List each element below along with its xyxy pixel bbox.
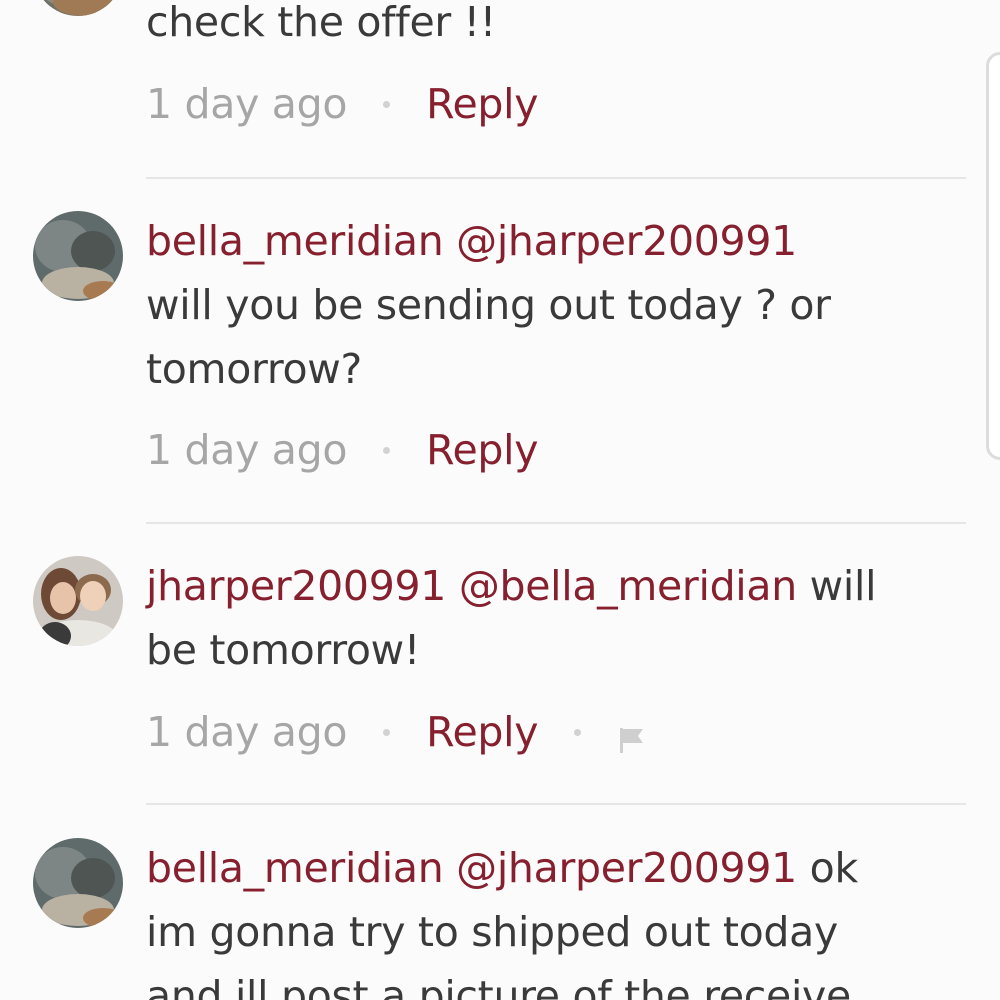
avatar[interactable] [33, 211, 123, 301]
flag-icon[interactable] [617, 717, 647, 753]
avatar[interactable] [33, 556, 123, 646]
separator-dot [383, 100, 391, 108]
divider [146, 177, 966, 179]
comment-text: jharper200991 @bella_meridian will be to… [146, 554, 946, 682]
avatar[interactable] [33, 838, 123, 928]
comment-body: check the offer !! [146, 0, 496, 46]
comment-meta: 1 day ago Reply [146, 74, 538, 134]
comment-username[interactable]: bella_meridian [146, 844, 444, 892]
reply-button[interactable]: Reply [426, 708, 538, 756]
reply-button[interactable]: Reply [426, 80, 538, 128]
comment-text: bella_meridian @jharper200991 ok im gonn… [146, 836, 946, 1000]
comment-text: check the offer !! [146, 0, 946, 54]
reply-button[interactable]: Reply [426, 426, 538, 474]
comments-screen: check the offer !! 1 day ago Reply bella… [0, 0, 1000, 1000]
divider [146, 803, 966, 805]
comment-body: im gonna try to shipped out today [146, 908, 838, 956]
comment-mention[interactable]: @bella_meridian [459, 562, 797, 610]
scrollbar[interactable] [986, 52, 1000, 460]
comment-mention[interactable]: @jharper200991 [456, 217, 797, 265]
timestamp: 1 day ago [146, 708, 348, 756]
separator-dot [383, 446, 391, 454]
comment-meta: 1 day ago Reply [146, 702, 647, 762]
timestamp: 1 day ago [146, 80, 348, 128]
comment-body: will you be sending out today ? or [146, 281, 831, 329]
divider [146, 522, 966, 524]
comment-username[interactable]: bella_meridian [146, 217, 444, 265]
comment-text: bella_meridian @jharper200991 will you b… [146, 209, 946, 401]
comment-body: and ill post a picture of the receive [146, 972, 851, 1000]
separator-dot [383, 728, 391, 736]
comment-meta: 1 day ago Reply [146, 420, 538, 480]
comment-body: be tomorrow! [146, 626, 421, 674]
comment-username[interactable]: jharper200991 [146, 562, 446, 610]
avatar[interactable] [33, 0, 123, 16]
comment-mention[interactable]: @jharper200991 [456, 844, 797, 892]
timestamp: 1 day ago [146, 426, 348, 474]
separator-dot [574, 728, 582, 736]
comment-body: will [809, 562, 877, 610]
comment-body: ok [809, 844, 859, 892]
comment-body: tomorrow? [146, 345, 362, 393]
